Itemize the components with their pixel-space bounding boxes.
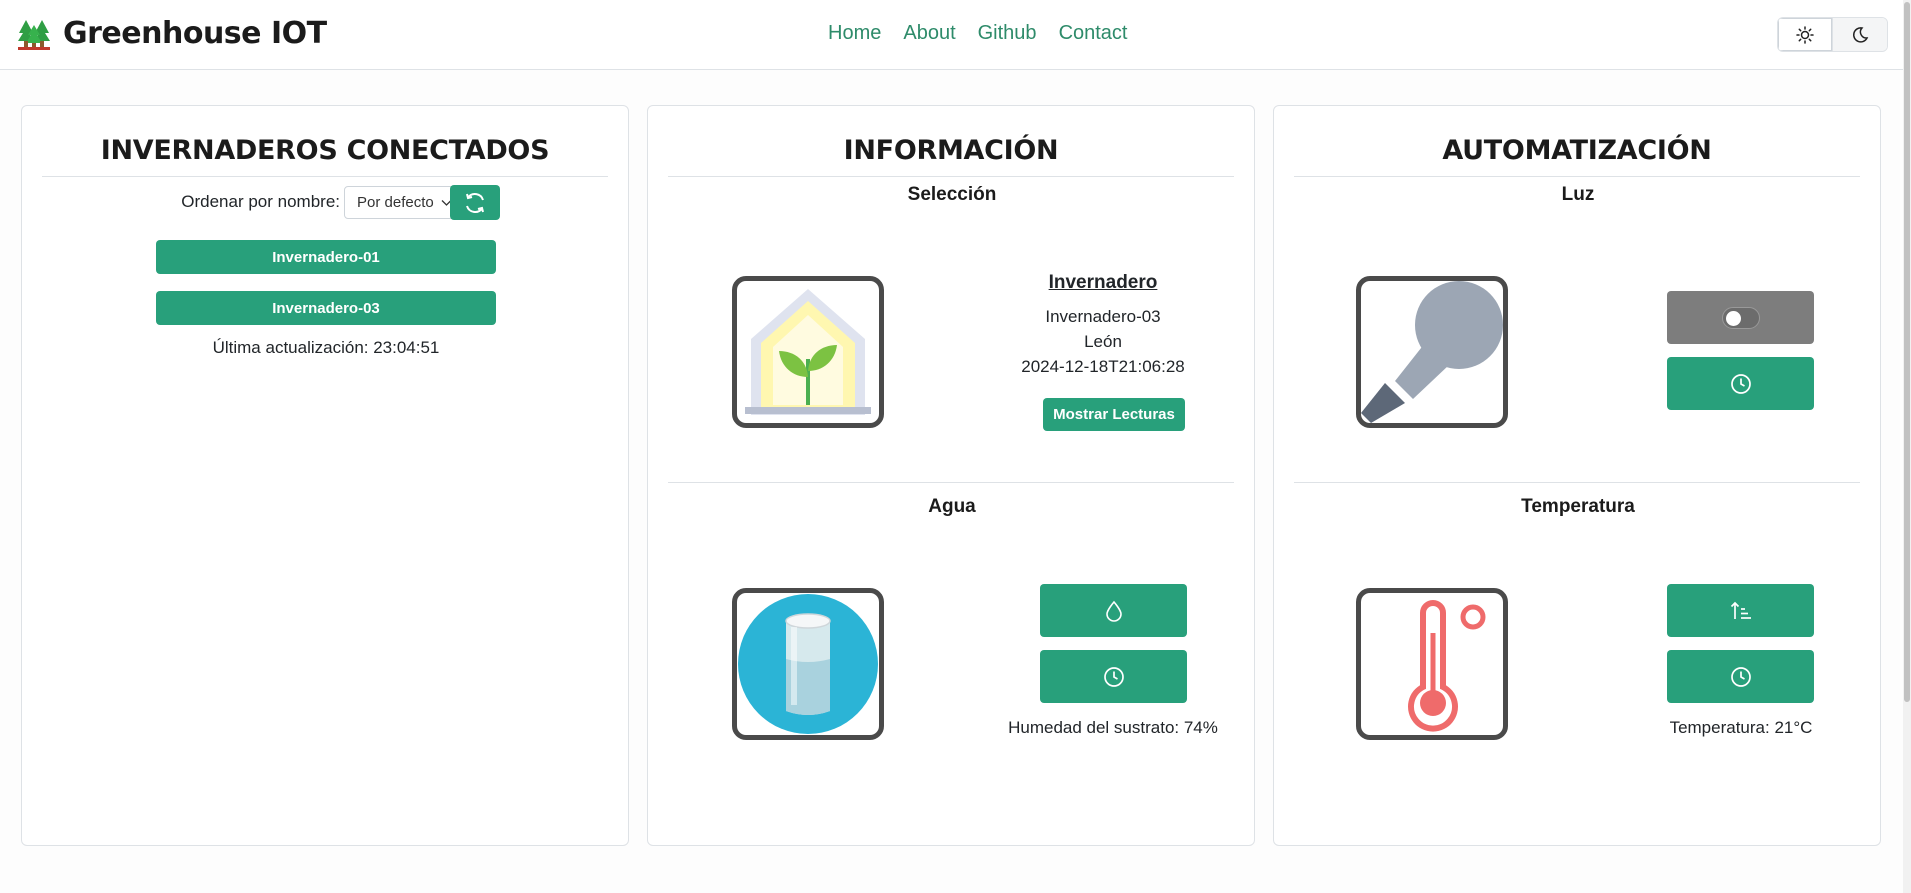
sort-label: Ordenar por nombre: (181, 192, 340, 211)
navbar: Greenhouse IOT Home About Github Contact (0, 0, 1911, 70)
water-glass-icon (738, 594, 878, 734)
temperature-title: Temperatura (1521, 496, 1635, 517)
greenhouse-button-03[interactable]: Invernadero-03 (156, 291, 496, 325)
connected-greenhouses-card: INVERNADEROS CONECTADOS Ordenar por nomb… (21, 105, 629, 846)
brand[interactable]: Greenhouse IOT (17, 16, 327, 51)
info-date: 2024-12-18T21:06:28 (1021, 357, 1185, 376)
refresh-button[interactable] (450, 185, 500, 220)
info-name: Invernadero-03 (1045, 307, 1161, 326)
info-heading: Invernadero (1048, 272, 1158, 293)
sort-select[interactable]: Por defecto (344, 186, 463, 219)
light-theme-button[interactable] (1778, 18, 1833, 51)
moon-icon (1852, 26, 1869, 43)
greenhouse-plant-icon (745, 289, 871, 415)
trees-logo-icon (18, 19, 50, 50)
nav-link-github[interactable]: Github (978, 22, 1037, 45)
light-bulb-icon (1361, 281, 1503, 423)
light-title: Luz (1561, 184, 1595, 205)
scrollbar-thumb[interactable] (1904, 2, 1910, 702)
light-image (1356, 276, 1508, 428)
automation-card: AUTOMATIZACIÓN Luz Temperatura Temperatu… (1273, 105, 1881, 846)
light-toggle-button[interactable] (1667, 291, 1814, 344)
water-title: Agua (928, 496, 976, 517)
temperature-image (1356, 588, 1508, 740)
right-divider (1294, 482, 1860, 483)
refresh-icon (466, 192, 484, 213)
information-card: INFORMACIÓN Selección Invernadero Invern… (647, 105, 1255, 846)
light-switch[interactable] (1721, 306, 1760, 329)
info-location: León (1084, 332, 1122, 351)
water-image (732, 588, 884, 740)
sort-up-icon (1730, 601, 1751, 619)
irrigate-button[interactable] (1040, 584, 1187, 637)
clock-icon (1730, 373, 1751, 394)
nav-link-about[interactable]: About (903, 22, 955, 45)
information-title: INFORMACIÓN (668, 126, 1234, 177)
thermometer-icon (1408, 600, 1486, 732)
light-schedule-button[interactable] (1667, 357, 1814, 410)
selection-title: Selección (907, 184, 997, 205)
show-readings-button[interactable]: Mostrar Lecturas (1043, 398, 1185, 431)
dark-theme-button[interactable] (1832, 18, 1887, 51)
center-divider (668, 482, 1234, 483)
clock-icon (1103, 666, 1124, 687)
clock-icon (1730, 666, 1751, 687)
automation-title: AUTOMATIZACIÓN (1294, 126, 1860, 177)
temperature-adjust-button[interactable] (1667, 584, 1814, 637)
temperature-schedule-button[interactable] (1667, 650, 1814, 703)
sun-icon (1796, 25, 1814, 44)
nav-links: Home About Github Contact (828, 22, 1150, 45)
nav-link-home[interactable]: Home (828, 22, 881, 45)
water-drop-icon (1105, 600, 1122, 622)
theme-toggle (1777, 17, 1888, 52)
light-switch-knob (1725, 310, 1741, 326)
brand-title: Greenhouse IOT (63, 16, 327, 51)
sort-select-value: Por defecto (357, 194, 434, 211)
connected-greenhouses-title: INVERNADEROS CONECTADOS (42, 126, 608, 177)
humidity-text: Humedad del sustrato: 74% (1008, 718, 1218, 737)
nav-link-contact[interactable]: Contact (1059, 22, 1128, 45)
temperature-text: Temperatura: 21°C (1669, 718, 1813, 737)
greenhouse-button-01[interactable]: Invernadero-01 (156, 240, 496, 274)
water-schedule-button[interactable] (1040, 650, 1187, 703)
greenhouse-image (732, 276, 884, 428)
last-update-text: Última actualización: 23:04:51 (212, 338, 440, 357)
